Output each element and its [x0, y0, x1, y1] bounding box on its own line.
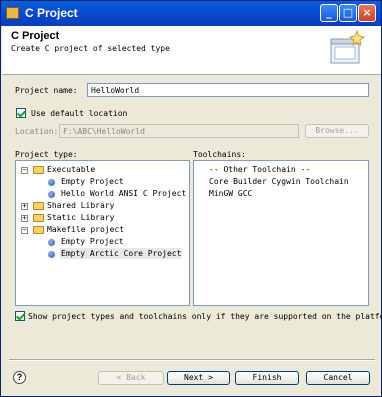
project-type-icon: [48, 251, 55, 258]
maximize-icon[interactable]: □: [339, 4, 357, 22]
project-type-icon: [48, 191, 55, 198]
location-field[interactable]: F:\ABC\HelloWorld: [59, 124, 299, 138]
title-bar: C Project _ □ ×: [1, 1, 381, 26]
tree-item-executable[interactable]: Executable: [47, 164, 95, 175]
toolchain-item[interactable]: Core Builder Cygwin Toolchain: [209, 176, 349, 187]
browse-button[interactable]: Browse...: [305, 124, 369, 138]
expand-toggle-icon[interactable]: +: [21, 215, 28, 222]
project-name-field[interactable]: HelloWorld: [87, 83, 369, 97]
page-title: C Project: [11, 30, 60, 42]
app-icon: [6, 7, 19, 19]
show-supported-only-checkbox[interactable]: [15, 311, 25, 321]
toolchains-label: Toolchains:: [193, 150, 246, 159]
minimize-icon[interactable]: _: [320, 4, 338, 22]
tree-item-static-library[interactable]: Static Library: [47, 212, 114, 223]
use-default-location-label: Use default location: [31, 109, 128, 118]
tree-item-makefile-project[interactable]: Makefile project: [47, 224, 124, 235]
close-icon[interactable]: ×: [358, 4, 376, 22]
folder-icon: [33, 226, 44, 234]
wizard-header: C Project Create C project of selected t…: [2, 26, 381, 75]
new-project-wizard-icon: [330, 29, 366, 64]
project-name-label: Project name:: [15, 86, 78, 95]
tree-item-shared-library[interactable]: Shared Library: [47, 200, 114, 211]
window-title: C Project: [25, 6, 78, 20]
location-label: Location:: [15, 127, 59, 136]
project-type-label: Project type:: [15, 150, 78, 159]
toolchains-list[interactable]: -- Other Toolchain -- Core Builder Cygwi…: [193, 160, 369, 306]
expand-toggle-icon[interactable]: +: [21, 203, 28, 210]
folder-icon: [33, 202, 44, 210]
project-type-tree[interactable]: − Executable Empty Project Hello World A…: [15, 160, 190, 306]
project-type-icon: [48, 239, 55, 246]
collapse-toggle-icon[interactable]: −: [21, 167, 28, 174]
folder-icon: [33, 214, 44, 222]
cancel-button[interactable]: Cancel: [306, 371, 370, 385]
tree-item-empty-arctic-core-project[interactable]: Empty Arctic Core Project: [60, 248, 183, 259]
next-button[interactable]: Next >: [167, 371, 230, 385]
c-project-dialog: C Project _ □ × C Project Create C proje…: [0, 0, 382, 397]
project-type-icon: [48, 179, 55, 186]
tree-item-hello-world-ansi-c-project[interactable]: Hello World ANSI C Project: [61, 188, 186, 199]
collapse-toggle-icon[interactable]: −: [21, 227, 28, 234]
folder-icon: [33, 166, 44, 174]
finish-button[interactable]: Finish: [235, 371, 299, 385]
use-default-location-checkbox[interactable]: [16, 108, 26, 118]
help-icon[interactable]: ?: [13, 371, 26, 384]
toolchain-item[interactable]: MinGW GCC: [209, 188, 252, 199]
back-button[interactable]: < Back: [98, 371, 164, 385]
tree-item-empty-project[interactable]: Empty Project: [61, 176, 124, 187]
separator: [9, 359, 375, 361]
toolchain-item[interactable]: -- Other Toolchain --: [209, 164, 310, 175]
show-supported-only-label: Show project types and toolchains only i…: [28, 312, 382, 321]
tree-item-empty-project[interactable]: Empty Project: [61, 236, 124, 247]
page-subtitle: Create C project of selected type: [11, 44, 170, 53]
